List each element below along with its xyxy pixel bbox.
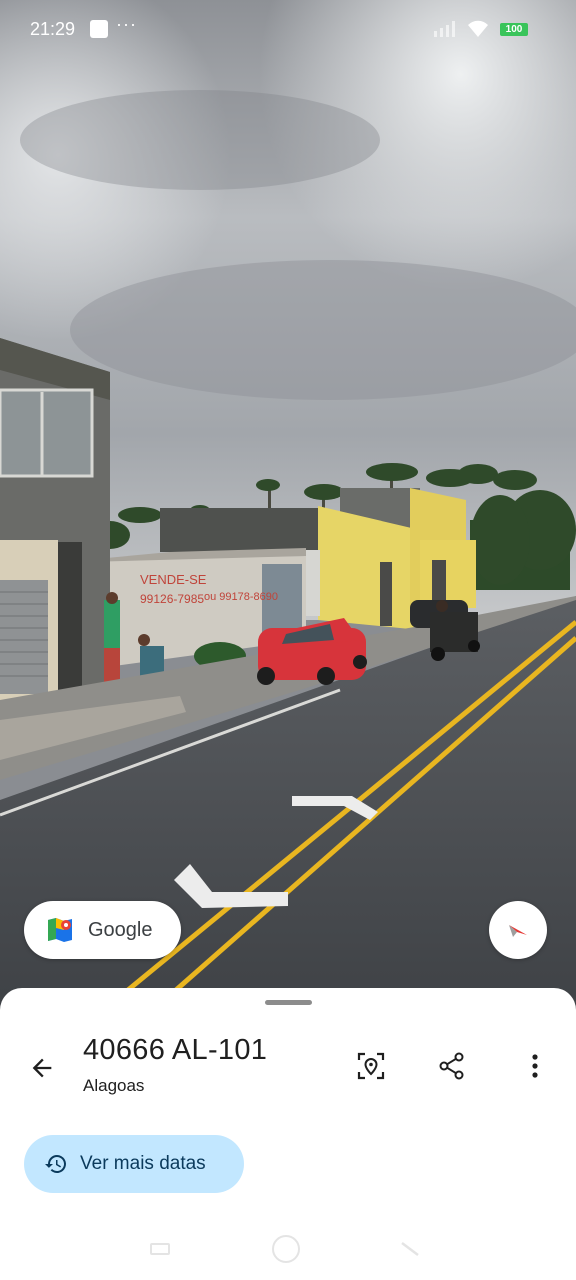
more-vertical-icon xyxy=(532,1054,538,1078)
share-button[interactable] xyxy=(430,1044,474,1088)
google-maps-logo-icon xyxy=(48,918,72,942)
compass-icon xyxy=(509,925,527,937)
google-maps-chip[interactable]: Google xyxy=(24,901,181,959)
more-options-button[interactable] xyxy=(513,1044,557,1088)
back-button[interactable] xyxy=(20,1046,64,1090)
share-icon xyxy=(439,1052,464,1080)
recent-apps-button[interactable] xyxy=(150,1243,170,1255)
street-view-panorama[interactable]: VENDE-SE 99126-7985 ou 99178-8690 xyxy=(0,0,576,1010)
view-location-button[interactable] xyxy=(349,1044,393,1088)
status-bar: 21:29 ··· 100 xyxy=(0,0,576,60)
battery-icon: 100 xyxy=(500,23,528,36)
place-title: 40666 AL-101 xyxy=(83,1034,268,1066)
sign-text-1: VENDE-SE xyxy=(140,572,207,587)
status-time: 21:29 xyxy=(30,19,76,39)
wifi-icon xyxy=(468,20,488,37)
notification-icon xyxy=(90,20,108,38)
system-back-icon[interactable] xyxy=(400,1239,422,1259)
sign-text-2: 99126-7985 xyxy=(140,592,204,606)
drag-handle[interactable] xyxy=(265,1000,312,1005)
google-label: Google xyxy=(88,918,153,941)
history-icon xyxy=(45,1155,66,1173)
home-button[interactable] xyxy=(272,1235,300,1263)
arrow-left-icon xyxy=(32,1058,52,1078)
signal-icon xyxy=(434,21,455,37)
see-more-dates-label: Ver mais datas xyxy=(80,1153,206,1174)
more-notifications-icon: ··· xyxy=(116,14,137,34)
system-nav-bar xyxy=(0,1225,576,1280)
sign-text-3: ou 99178-8690 xyxy=(204,591,278,603)
location-frame-icon xyxy=(357,1052,385,1080)
place-subtitle: Alagoas xyxy=(83,1076,145,1095)
street-view-image: VENDE-SE 99126-7985 ou 99178-8690 xyxy=(0,0,576,1010)
see-more-dates-button[interactable]: Ver mais datas xyxy=(24,1135,244,1193)
compass-button[interactable] xyxy=(489,901,547,959)
